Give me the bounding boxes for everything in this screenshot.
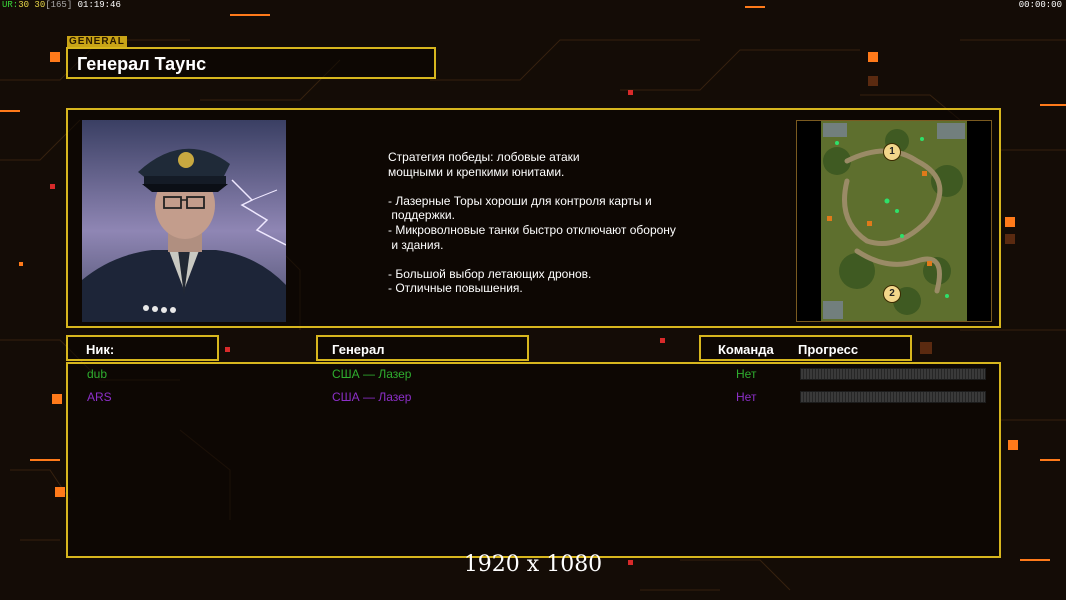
header-nick: Ник: — [66, 335, 219, 361]
description-line: - Лазерные Торы хороши для контроля карт… — [388, 193, 652, 208]
description-line: и здания. — [388, 237, 444, 252]
general-name: Генерал Таунс — [77, 54, 207, 74]
general-title-box: Генерал Таунс — [66, 47, 436, 79]
general-portrait — [82, 120, 286, 322]
description-line — [388, 252, 748, 267]
player-general[interactable]: США — Лазер — [332, 367, 411, 381]
latency: [165] — [45, 0, 73, 10]
header-nick-label: Ник: — [86, 342, 115, 357]
header-progress-label: Прогресс — [798, 342, 859, 357]
header-team-progress: Команда Прогресс — [699, 335, 912, 361]
start-position-1[interactable]: 1 — [883, 143, 901, 161]
general-description: Стратегия победы: лобовые атаки мощными … — [388, 150, 748, 296]
player-team[interactable]: Нет — [736, 367, 756, 381]
player-team[interactable]: Нет — [736, 390, 756, 404]
description-line: - Отличные повышения. — [388, 281, 523, 296]
fps-max: 30 — [34, 0, 46, 10]
system-clock: 01:19:46 — [77, 0, 121, 10]
player-nick: dub — [87, 367, 108, 381]
fps-readout: UR:30 30[165] 01:19:46 — [2, 0, 121, 10]
player-row[interactable]: dub США — Лазер Нет — [68, 364, 1003, 384]
player-row[interactable]: ARS США — Лазер Нет — [68, 387, 1003, 407]
description-line: - Большой выбор летающих дронов. — [388, 266, 592, 281]
general-tag: GENERAL — [67, 36, 127, 47]
players-panel: dub США — Лазер Нет ARS США — Лазер Нет — [66, 362, 1001, 558]
fps-current: 30 — [18, 0, 30, 10]
minimap[interactable]: 1 2 — [796, 120, 992, 322]
start-position-2[interactable]: 2 — [883, 285, 901, 303]
header-general: Генерал — [316, 335, 529, 361]
header-team-label: Команда — [718, 342, 774, 357]
description-line: поддержки. — [388, 208, 455, 223]
description-line: - Микроволновые танки быстро отключают о… — [388, 222, 676, 237]
description-line — [388, 179, 748, 194]
description-line: мощными и крепкими юнитами. — [388, 164, 565, 179]
player-general[interactable]: США — Лазер — [332, 390, 411, 404]
resolution-label: 1920 x 1080 — [463, 552, 603, 577]
general-info-panel: Стратегия победы: лобовые атаки мощными … — [66, 108, 1001, 328]
player-progress-bar — [800, 368, 986, 380]
player-progress-bar — [800, 391, 986, 403]
player-nick: ARS — [87, 390, 112, 404]
description-line: Стратегия победы: лобовые атаки — [388, 150, 580, 164]
game-timer: 00:00:00 — [1018, 0, 1062, 10]
ur-label: UR: — [2, 0, 19, 10]
header-general-label: Генерал — [332, 342, 385, 357]
